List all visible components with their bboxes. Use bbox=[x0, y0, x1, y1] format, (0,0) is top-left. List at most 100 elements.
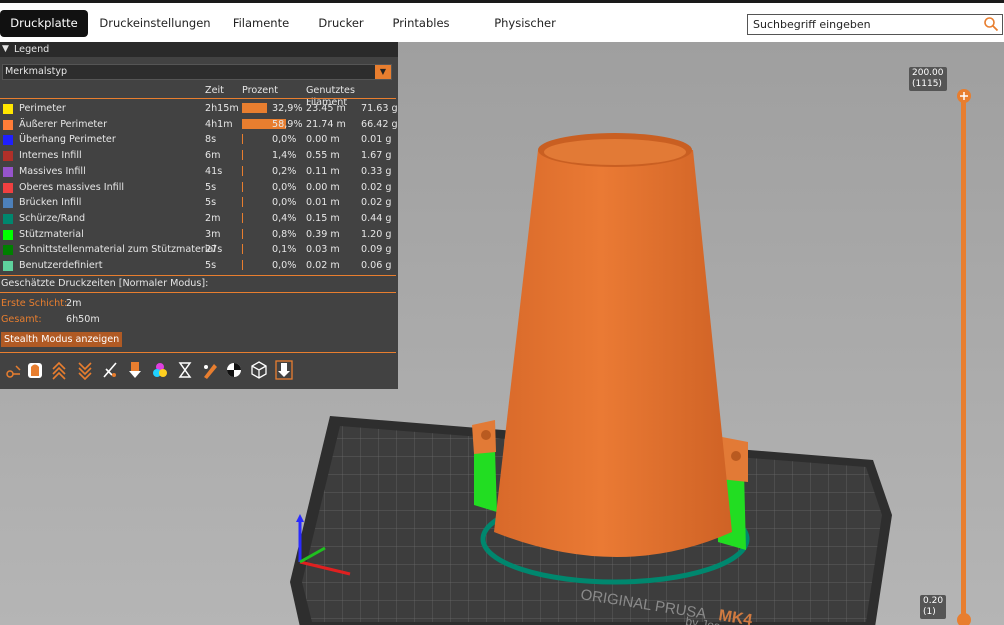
color-swatch bbox=[3, 245, 13, 256]
feature-time: 5s bbox=[205, 181, 217, 193]
layer-slider[interactable] bbox=[957, 89, 971, 625]
feature-name: Schürze/Rand bbox=[19, 212, 86, 224]
slider-bottom-value: 0.20 bbox=[923, 596, 944, 606]
legend-row: Schnittstellenmaterial zum Stützmaterial… bbox=[0, 242, 398, 257]
feature-percent: 58,9% bbox=[272, 118, 303, 130]
color-changes-icon[interactable] bbox=[151, 360, 169, 380]
color-swatch bbox=[3, 135, 13, 146]
travel-icon[interactable] bbox=[4, 360, 22, 380]
tab-printables[interactable]: Printables bbox=[386, 10, 456, 37]
color-swatch bbox=[3, 229, 13, 240]
tab-filamente[interactable]: Filamente bbox=[225, 10, 297, 37]
legend-panel: ▼ Legend Merkmalstyp ▼ Zeit Prozent Genu… bbox=[0, 42, 398, 389]
tab-druckplatte[interactable]: Druckplatte bbox=[0, 10, 88, 37]
color-swatch bbox=[3, 119, 13, 130]
legend-row: Massives Infill 41s 0,2% 0.11 m 0.33 g bbox=[0, 164, 398, 179]
feature-length: 0.55 m bbox=[306, 150, 340, 162]
chevron-down-icon[interactable]: ▼ bbox=[375, 65, 391, 79]
search-icon[interactable] bbox=[983, 16, 999, 38]
feature-weight: 0.02 g bbox=[361, 181, 392, 193]
percent-bar bbox=[242, 165, 243, 176]
wipe-icon[interactable] bbox=[26, 360, 44, 380]
color-swatch bbox=[3, 261, 13, 271]
search-input[interactable]: Suchbegriff eingeben bbox=[747, 14, 1003, 35]
deretractions-icon[interactable] bbox=[76, 360, 94, 381]
color-swatch bbox=[3, 151, 13, 162]
feature-length: 23.45 m bbox=[306, 103, 346, 114]
feature-time: 27s bbox=[205, 244, 223, 256]
feature-time: 4h1m bbox=[205, 118, 233, 130]
shells-icon[interactable] bbox=[250, 360, 268, 380]
feature-weight: 0.06 g bbox=[361, 260, 392, 271]
legend-row: Internes Infill 6m 1,4% 0.55 m 1.67 g bbox=[0, 148, 398, 163]
color-swatch bbox=[3, 104, 13, 114]
feature-name: Überhang Perimeter bbox=[19, 134, 116, 146]
custom-gcode-icon[interactable] bbox=[201, 360, 219, 380]
legend-row: Benutzerdefiniert 5s 0,0% 0.02 m 0.06 g bbox=[0, 258, 398, 273]
search-placeholder: Suchbegriff eingeben bbox=[753, 18, 871, 31]
printed-cone bbox=[494, 150, 732, 557]
support-left bbox=[474, 450, 497, 512]
feature-length: 0.00 m bbox=[306, 134, 340, 146]
percent-bar bbox=[242, 134, 243, 145]
feature-time: 3m bbox=[205, 228, 221, 240]
percent-bar bbox=[242, 103, 267, 113]
feature-time: 8s bbox=[205, 134, 217, 146]
legend-divider bbox=[0, 98, 396, 99]
feature-length: 0.39 m bbox=[306, 228, 340, 240]
seams-icon[interactable] bbox=[101, 360, 119, 380]
feature-name: Stützmaterial bbox=[19, 228, 84, 240]
percent-bar bbox=[242, 228, 243, 239]
feature-weight: 66.42 g bbox=[361, 118, 398, 130]
first-layer-value: 2m bbox=[66, 298, 82, 309]
feature-name: Schnittstellenmaterial zum Stützmaterial bbox=[19, 244, 217, 256]
feature-weight: 0.09 g bbox=[361, 244, 392, 256]
feature-percent: 1,4% bbox=[272, 150, 297, 162]
percent-bar bbox=[242, 181, 243, 192]
feature-percent: 0,0% bbox=[272, 134, 297, 146]
feature-percent: 0,0% bbox=[272, 260, 297, 271]
legend-title: Legend bbox=[14, 44, 50, 55]
feature-weight: 1.67 g bbox=[361, 150, 392, 162]
feature-weight: 1.20 g bbox=[361, 228, 392, 240]
feature-percent: 32,9% bbox=[272, 103, 303, 114]
percent-bar bbox=[242, 212, 243, 223]
legend-row: Stützmaterial 3m 0,8% 0.39 m 1.20 g bbox=[0, 227, 398, 242]
feature-name: Brücken Infill bbox=[19, 197, 82, 209]
feature-time: 41s bbox=[205, 165, 223, 177]
col-header-filament: Genutztes Filament bbox=[306, 85, 355, 108]
stealth-mode-button[interactable]: Stealth Modus anzeigen bbox=[1, 332, 123, 347]
pause-prints-icon[interactable] bbox=[176, 360, 194, 380]
feature-length: 0.15 m bbox=[306, 212, 340, 224]
estimates-title: Geschätzte Druckzeiten [Normaler Modus]: bbox=[1, 278, 209, 289]
color-swatch bbox=[3, 166, 13, 177]
tool-changes-icon[interactable] bbox=[126, 360, 144, 380]
tab-druckeinstellungen[interactable]: Druckeinstellungen bbox=[98, 10, 212, 37]
feature-name: Internes Infill bbox=[19, 150, 82, 162]
color-swatch bbox=[3, 182, 13, 193]
feature-percent: 0,4% bbox=[272, 212, 297, 224]
slider-bottom-layer: (1) bbox=[923, 607, 936, 617]
feature-length: 21.74 m bbox=[306, 118, 346, 130]
view-type-value: Merkmalstyp bbox=[5, 66, 68, 77]
feature-percent: 0,0% bbox=[272, 197, 297, 209]
percent-bar bbox=[242, 260, 243, 270]
feature-length: 0.00 m bbox=[306, 181, 340, 193]
tab-physischer-drucker[interactable]: Physischer Drucker bbox=[472, 10, 578, 57]
feature-length: 0.03 m bbox=[306, 244, 340, 256]
total-label: Gesamt: bbox=[1, 314, 42, 325]
tab-drucker[interactable]: Drucker bbox=[313, 10, 369, 37]
collapse-triangle-icon[interactable]: ▼ bbox=[2, 42, 9, 57]
feature-weight: 71.63 g bbox=[361, 103, 398, 114]
tool-marker-icon[interactable] bbox=[275, 360, 293, 380]
view-type-select[interactable]: Merkmalstyp ▼ bbox=[2, 64, 392, 80]
center-of-gravity-icon[interactable] bbox=[225, 360, 243, 380]
legend-header[interactable]: ▼ Legend bbox=[0, 42, 398, 57]
feature-length: 0.02 m bbox=[306, 260, 340, 271]
retractions-icon[interactable] bbox=[50, 360, 68, 380]
slider-top-value: 200.00 bbox=[912, 68, 944, 78]
feature-name: Äußerer Perimeter bbox=[19, 118, 108, 130]
legend-divider bbox=[0, 275, 396, 276]
total-value: 6h50m bbox=[66, 314, 100, 325]
feature-name: Oberes massives Infill bbox=[19, 181, 125, 193]
